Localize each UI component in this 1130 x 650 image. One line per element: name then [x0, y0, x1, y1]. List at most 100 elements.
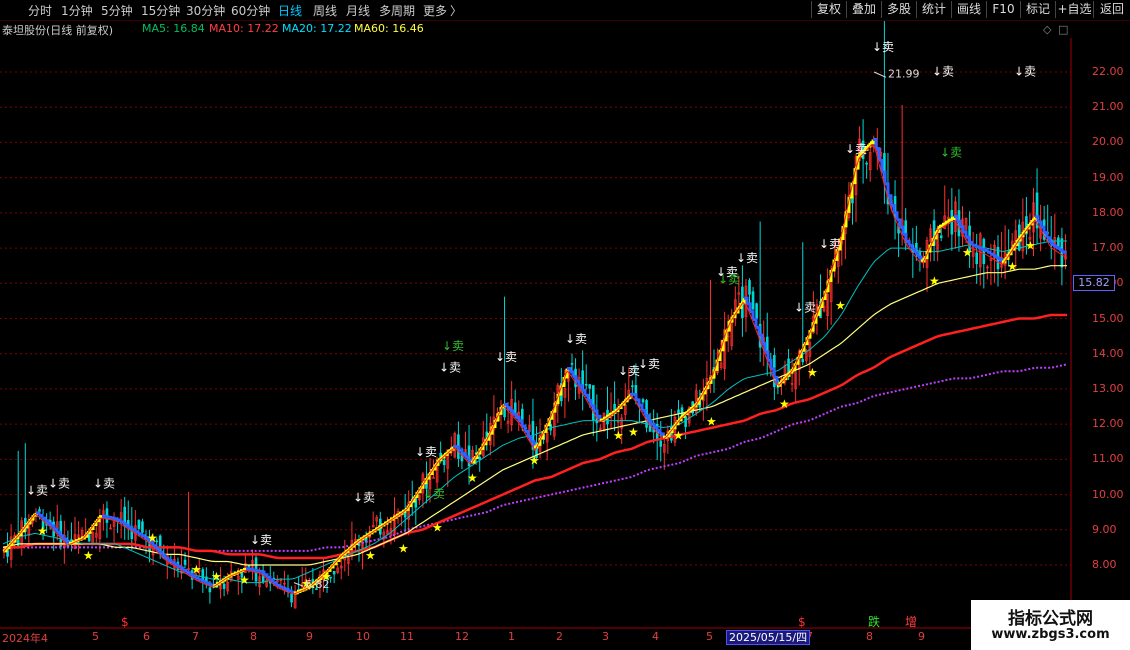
- green-sell-label: ↓卖: [442, 339, 464, 353]
- candle-body: [442, 459, 446, 466]
- timeframe-tab[interactable]: 分时: [28, 2, 52, 19]
- high-price-label: 21.99: [888, 67, 920, 80]
- buy-star-icon: ★: [191, 563, 202, 577]
- trend-step-line: [255, 569, 260, 573]
- watermark-title: 指标公式网: [1008, 609, 1093, 629]
- trend-step-line: [75, 539, 80, 543]
- toolbar-button[interactable]: 复权: [811, 1, 846, 18]
- trend-step-line: [108, 516, 113, 520]
- trend-step-line: [1056, 246, 1061, 250]
- date-tick-label: 1: [508, 630, 515, 643]
- candle-body: [684, 416, 687, 427]
- trend-step-line: [870, 139, 875, 145]
- toolbar-button[interactable]: 叠加: [846, 1, 881, 18]
- timeframe-tab[interactable]: 30分钟: [186, 2, 225, 19]
- toolbar-button[interactable]: F10: [986, 1, 1020, 18]
- candle-body: [755, 303, 758, 320]
- candle-body: [591, 385, 595, 421]
- timeframe-tab[interactable]: 5分钟: [101, 2, 133, 19]
- sell-signal-label: ↓卖: [618, 364, 640, 378]
- candle-body: [641, 399, 645, 403]
- candle-body: [290, 593, 293, 603]
- box-icon[interactable]: □: [1058, 23, 1068, 36]
- trend-step-line: [1050, 241, 1055, 246]
- sell-signal-label: ↓卖: [845, 142, 867, 156]
- timeframe-tab[interactable]: 多周期: [379, 2, 415, 19]
- toolbar-button[interactable]: 返回: [1093, 1, 1130, 18]
- date-tick-label: 5: [92, 630, 99, 643]
- buy-star-icon: ★: [807, 365, 818, 379]
- low-price-label: 6.82: [305, 578, 330, 591]
- ma60-value: MA60: 16.46: [354, 22, 424, 35]
- date-tick-label: 3: [602, 630, 609, 643]
- stock-title[interactable]: 泰坦股份(日线 前复权): [2, 22, 113, 38]
- diamond-icon[interactable]: ◇: [1043, 23, 1051, 36]
- dollar-mark: $: [121, 615, 129, 629]
- kline-chart[interactable]: ★★★★★ ★ ★★★★★★★★ ★ ★★★★★★★★★↓卖↓卖 ↓卖↓卖↓卖↓卖↓卖↓卖…: [0, 0, 1130, 650]
- timeframe-tab[interactable]: 更多: [423, 2, 447, 19]
- sell-signal-label: ↓卖: [565, 332, 587, 346]
- date-tick-label: 2024年4: [2, 632, 48, 645]
- trend-step-line: [258, 569, 263, 573]
- buy-star-icon: ★: [529, 453, 540, 467]
- timeframe-tab[interactable]: 1分钟: [61, 2, 93, 19]
- timeframe-tab[interactable]: 60分钟: [231, 2, 270, 19]
- buy-star-icon: ★: [628, 425, 639, 439]
- trend-step-line: [996, 256, 1001, 260]
- toolbar-button[interactable]: 统计: [916, 1, 951, 18]
- timeframe-tab[interactable]: 15分钟: [141, 2, 180, 19]
- price-tick-label: 10.00: [1092, 487, 1124, 501]
- more-arrow-icon[interactable]: 〉: [450, 2, 462, 19]
- buy-star-icon: ★: [147, 531, 158, 545]
- ma10-value: MA10: 17.22: [209, 22, 279, 35]
- candle-body: [975, 252, 979, 265]
- toolbar-button[interactable]: 多股: [881, 1, 916, 18]
- date-tick-label: 6: [143, 630, 150, 643]
- trend-step-line: [69, 541, 74, 545]
- ma-fast-line: [2, 240, 1067, 584]
- timeframe-tab[interactable]: 月线: [346, 2, 370, 19]
- price-tick-label: 14.00: [1092, 346, 1124, 360]
- date-tick-label: 10: [356, 630, 370, 643]
- candle-body: [1057, 237, 1060, 247]
- candle-body: [584, 383, 588, 386]
- timeframe-tab[interactable]: 周线: [313, 2, 337, 19]
- toolbar-button[interactable]: 画线: [951, 1, 986, 18]
- date-tick-label: 11: [400, 630, 414, 643]
- price-tick-label: 18.00: [1092, 205, 1124, 219]
- ma-mid-line: [2, 265, 1067, 566]
- trend-step-line: [1059, 248, 1064, 252]
- trend-step-line: [999, 258, 1004, 262]
- candle-body: [137, 519, 141, 529]
- candle-body: [208, 587, 212, 593]
- trend-step-line: [210, 583, 215, 587]
- candle-body: [141, 521, 144, 533]
- current-price-box: 15.82: [1073, 275, 1115, 291]
- trend-step-line: [975, 245, 980, 249]
- sell-signal-label: ↓卖: [26, 484, 48, 498]
- trend-step-line: [105, 515, 110, 519]
- candle-body: [939, 235, 943, 239]
- price-tick-label: 8.00: [1092, 558, 1117, 571]
- price-tick-label: 9.00: [1092, 522, 1117, 536]
- trend-step-line: [984, 249, 989, 253]
- sell-signal-label: ↓卖: [495, 350, 517, 364]
- toolbar-button[interactable]: +自选: [1055, 1, 1093, 18]
- sell-signal-label: ↓卖: [736, 251, 758, 265]
- toolbar-button[interactable]: 标记: [1020, 1, 1055, 18]
- trend-step-line: [609, 412, 614, 416]
- buy-star-icon: ★: [365, 548, 376, 562]
- trend-step-line: [1053, 244, 1058, 248]
- timeframe-tab[interactable]: 日线: [278, 2, 302, 19]
- buy-star-icon: ★: [835, 298, 846, 312]
- green-sell-label: ↓卖: [718, 272, 740, 286]
- trend-step-line: [78, 537, 83, 541]
- trend-step-line: [867, 142, 872, 148]
- buy-star-icon: ★: [962, 246, 973, 260]
- date-tick-label: 9: [918, 630, 925, 643]
- trend-step-line: [72, 540, 77, 544]
- sell-signal-label: ↓卖: [872, 40, 894, 54]
- candle-body: [801, 359, 805, 363]
- price-tick-label: 22.00: [1092, 65, 1124, 78]
- trend-step-line: [102, 514, 107, 518]
